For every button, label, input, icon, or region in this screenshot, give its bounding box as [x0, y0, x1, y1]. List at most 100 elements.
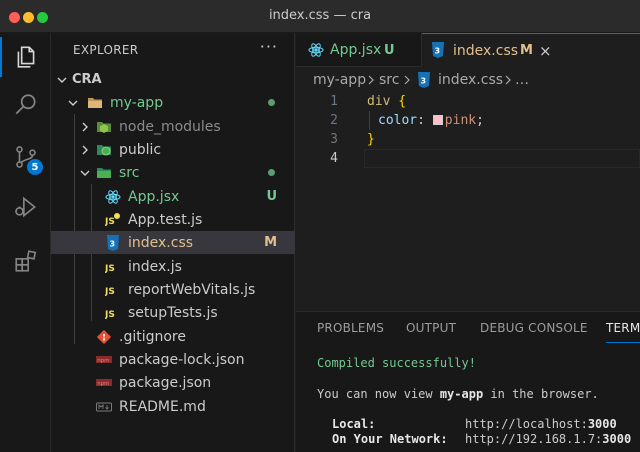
- tree-item-src[interactable]: src: [51, 161, 295, 184]
- tree-item-report-web-vitals[interactable]: JS reportWebVitals.js: [51, 278, 295, 301]
- breadcrumb-item[interactable]: src: [379, 72, 399, 88]
- css-brace: }: [367, 132, 375, 147]
- terminal-url: http://192.168.1.7:: [465, 432, 603, 446]
- svg-text:JS: JS: [105, 217, 115, 227]
- css-brace: {: [390, 94, 407, 109]
- css-selector: div: [367, 94, 391, 109]
- git-status-modified: M: [264, 235, 277, 250]
- tree-item-package-lock[interactable]: npm package-lock.json: [51, 348, 295, 371]
- tree-item-public[interactable]: public: [51, 138, 295, 161]
- tree-item-app-test-js[interactable]: JS App.test.js: [51, 208, 295, 231]
- terminal-network-url[interactable]: http://192.168.1.7:3000: [465, 432, 631, 446]
- active-tab-indicator: [606, 342, 640, 343]
- breadcrumb-item[interactable]: …: [515, 72, 529, 88]
- activity-source-control[interactable]: 5: [0, 133, 51, 181]
- workspace-label: CRA: [72, 72, 102, 87]
- git-status-untracked: U: [266, 189, 277, 204]
- panel-tab-output[interactable]: OUTPUT: [406, 321, 456, 335]
- explorer-sidebar: EXPLORER ··· CRA my-app node_modules pub…: [51, 33, 295, 452]
- color-swatch[interactable]: [432, 115, 443, 125]
- svg-text:JS: JS: [105, 264, 115, 274]
- markdown-icon: [96, 399, 112, 415]
- svg-text:3: 3: [421, 77, 427, 86]
- chevron-down-icon: [57, 77, 67, 83]
- chevron-right-icon: [82, 122, 88, 131]
- svg-text:3: 3: [110, 239, 116, 248]
- tree-item-index-css[interactable]: 3 index.css M: [51, 231, 295, 254]
- explorer-more-button[interactable]: ···: [260, 37, 278, 56]
- tree-item-node-modules[interactable]: node_modules: [51, 115, 295, 138]
- chevron-right-icon: [82, 145, 88, 154]
- indent-guide: [369, 111, 370, 130]
- chevron-right-icon: [368, 75, 374, 85]
- tab-label: App.jsx: [330, 42, 382, 58]
- tree-item-my-app[interactable]: my-app: [51, 91, 295, 114]
- tree-item-app-jsx[interactable]: App.jsx U: [51, 185, 295, 208]
- css-value: pink: [444, 113, 477, 128]
- svg-text:3: 3: [435, 47, 441, 56]
- activity-extensions[interactable]: [0, 237, 51, 285]
- activity-run-debug[interactable]: [0, 183, 51, 231]
- bottom-panel: PROBLEMS OUTPUT DEBUG CONSOLE TERM Compi…: [296, 311, 640, 452]
- tree-item-label: index.css: [128, 234, 194, 251]
- tree-item-setup-tests[interactable]: JS setupTests.js: [51, 301, 295, 324]
- git-status-dot: [268, 99, 275, 106]
- js-icon: JS: [105, 259, 121, 275]
- editor-tabs: App.jsx U 3 index.css M ×: [296, 33, 640, 67]
- css-icon: 3: [105, 234, 121, 251]
- tab-label: index.css: [453, 42, 519, 59]
- terminal-view-line: You can now view my-app in the browser.: [317, 387, 599, 401]
- npm-icon: npm: [96, 352, 112, 368]
- breadcrumb-item[interactable]: my-app: [313, 72, 366, 88]
- line-number: 2: [330, 113, 338, 128]
- tab-index-css[interactable]: 3 index.css M ×: [422, 33, 640, 67]
- node-folder-icon: [96, 119, 112, 135]
- git-icon: [96, 329, 112, 345]
- tree-item-label: src: [119, 164, 140, 181]
- css-icon: 3: [417, 72, 431, 92]
- line-number: 3: [330, 132, 338, 147]
- tree-item-label: public: [119, 141, 162, 158]
- activity-bar: 5: [0, 33, 51, 452]
- tab-close-button[interactable]: ×: [539, 42, 552, 60]
- terminal-app-name: my-app: [439, 387, 484, 401]
- tree-item-readme[interactable]: README.md: [51, 395, 295, 418]
- breadcrumb: my-app src 3 index.css …: [296, 68, 640, 92]
- activity-explorer[interactable]: [0, 33, 51, 81]
- tree-item-label: package.json: [119, 374, 212, 391]
- window-title: index.css — cra: [268, 8, 372, 23]
- tree-item-label: README.md: [119, 398, 206, 415]
- breadcrumb-item[interactable]: index.css: [438, 72, 503, 88]
- code-editor[interactable]: 1 2 3 4 div { color: pink; }: [296, 92, 640, 312]
- panel-tab-problems[interactable]: PROBLEMS: [317, 321, 384, 335]
- tree-item-index-js[interactable]: JS index.js: [51, 255, 295, 278]
- code-line: }: [367, 130, 375, 149]
- terminal-text: You can now view: [317, 387, 440, 401]
- tree-item-package-json[interactable]: npm package.json: [51, 371, 295, 394]
- tree-item-label: my-app: [110, 94, 164, 111]
- tree-item-label: setupTests.js: [128, 304, 218, 321]
- line-number: 4: [330, 151, 338, 166]
- js-test-icon: JS: [105, 212, 121, 228]
- svg-text:npm: npm: [97, 358, 109, 364]
- activity-search[interactable]: [0, 81, 51, 129]
- code-line: color: pink;: [378, 111, 484, 130]
- panel-tab-debug-console[interactable]: DEBUG CONSOLE: [480, 321, 588, 335]
- tree-item-gitignore[interactable]: .gitignore: [51, 325, 295, 348]
- tab-app-jsx[interactable]: App.jsx U: [296, 33, 422, 67]
- chevron-right-icon: [404, 75, 410, 85]
- js-icon: JS: [105, 305, 121, 321]
- tab-status: U: [384, 42, 395, 58]
- public-folder-icon: [96, 142, 112, 158]
- terminal-port: 3000: [587, 417, 617, 431]
- workspace-row[interactable]: CRA: [51, 68, 295, 91]
- chevron-right-icon: [505, 75, 511, 85]
- terminal-local-url[interactable]: http://localhost:3000: [465, 417, 617, 431]
- src-folder-icon: [96, 165, 112, 181]
- panel-tab-terminal[interactable]: TERM: [606, 321, 640, 335]
- tree-item-label: App.jsx: [128, 188, 180, 205]
- folder-icon: [87, 95, 103, 111]
- npm-icon: npm: [96, 375, 112, 391]
- current-line-highlight: [364, 149, 640, 168]
- terminal-port: 3000: [602, 432, 632, 446]
